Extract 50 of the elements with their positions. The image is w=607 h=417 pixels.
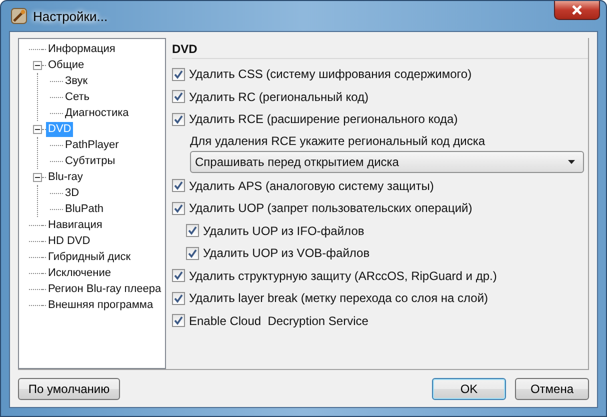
- checkbox[interactable]: [172, 202, 185, 215]
- tree-item[interactable]: Сеть: [63, 90, 92, 104]
- tree-item[interactable]: 3D: [63, 186, 82, 200]
- checkbox-label[interactable]: Enable Cloud Decryption Service: [189, 314, 368, 328]
- checkbox[interactable]: [172, 112, 185, 126]
- checkbox[interactable]: [172, 269, 185, 282]
- tree-item[interactable]: Регион Blu-ray плеера: [46, 282, 164, 296]
- checkbox-label[interactable]: Удалить RC (региональный код): [189, 90, 369, 104]
- hint-text: Для удаления RCE укажите региональный код диска: [189, 132, 486, 150]
- checkbox-label[interactable]: Удалить RCE (расширение регионального кода): [189, 112, 458, 126]
- tree-item[interactable]: Общие: [46, 58, 86, 72]
- window-title: Настройки...: [33, 8, 108, 24]
- tree-item[interactable]: Информация: [46, 42, 118, 56]
- checkbox-label[interactable]: Удалить layer break (метку перехода со слоя на слой): [189, 291, 488, 306]
- tree-item[interactable]: Гибридный диск: [46, 250, 133, 264]
- checkbox-label[interactable]: Удалить UOP (запрет пользовательских операций): [189, 201, 472, 216]
- tree-item[interactable]: Внешняя программа: [46, 298, 156, 312]
- checkbox-label[interactable]: Удалить APS (аналоговую систему защиты): [189, 178, 434, 193]
- checkbox[interactable]: [172, 292, 185, 305]
- tree-item[interactable]: BluPath: [63, 202, 106, 216]
- collapse-icon[interactable]: [33, 60, 42, 70]
- tree-item[interactable]: Исключение: [46, 266, 113, 280]
- tree-item[interactable]: HD DVD: [46, 234, 92, 248]
- cancel-button[interactable]: Отмена: [515, 378, 589, 400]
- ok-button[interactable]: OK: [432, 378, 506, 400]
- tree-item[interactable]: Blu-ray: [46, 170, 85, 184]
- checkbox[interactable]: [172, 90, 185, 104]
- collapse-icon[interactable]: [33, 124, 42, 134]
- checkbox[interactable]: [186, 246, 199, 260]
- checkbox-label[interactable]: Удалить UOP из IFO-файлов: [203, 224, 364, 238]
- checkbox-label[interactable]: Удалить CSS (систему шифрования содержимого): [189, 67, 472, 82]
- close-button[interactable]: [554, 1, 600, 20]
- checkbox[interactable]: [172, 68, 185, 81]
- tree-item[interactable]: Навигация: [46, 218, 104, 232]
- checkbox[interactable]: [172, 179, 185, 192]
- checkbox-label[interactable]: Удалить UOP из VOB-файлов: [203, 246, 370, 260]
- region-dropdown[interactable]: Спрашивать перед открытием диска: [190, 150, 584, 172]
- section-heading: DVD: [172, 40, 588, 59]
- app-icon: [11, 8, 27, 24]
- tree-item[interactable]: PathPlayer: [63, 138, 121, 152]
- collapse-icon[interactable]: [33, 172, 42, 182]
- checkbox[interactable]: [186, 224, 199, 238]
- tree-item[interactable]: Звук: [63, 74, 90, 88]
- checkbox-label[interactable]: Удалить структурную защиту (ARccOS, RipGuard и др.): [189, 268, 497, 283]
- checkbox[interactable]: [172, 314, 185, 328]
- tree-item[interactable]: Диагностика: [63, 106, 131, 120]
- dropdown-arrow-icon: [568, 160, 575, 164]
- close-icon: [571, 5, 583, 15]
- defaults-button[interactable]: По умолчанию: [18, 378, 120, 400]
- tree-item[interactable]: Субтитры: [63, 154, 118, 168]
